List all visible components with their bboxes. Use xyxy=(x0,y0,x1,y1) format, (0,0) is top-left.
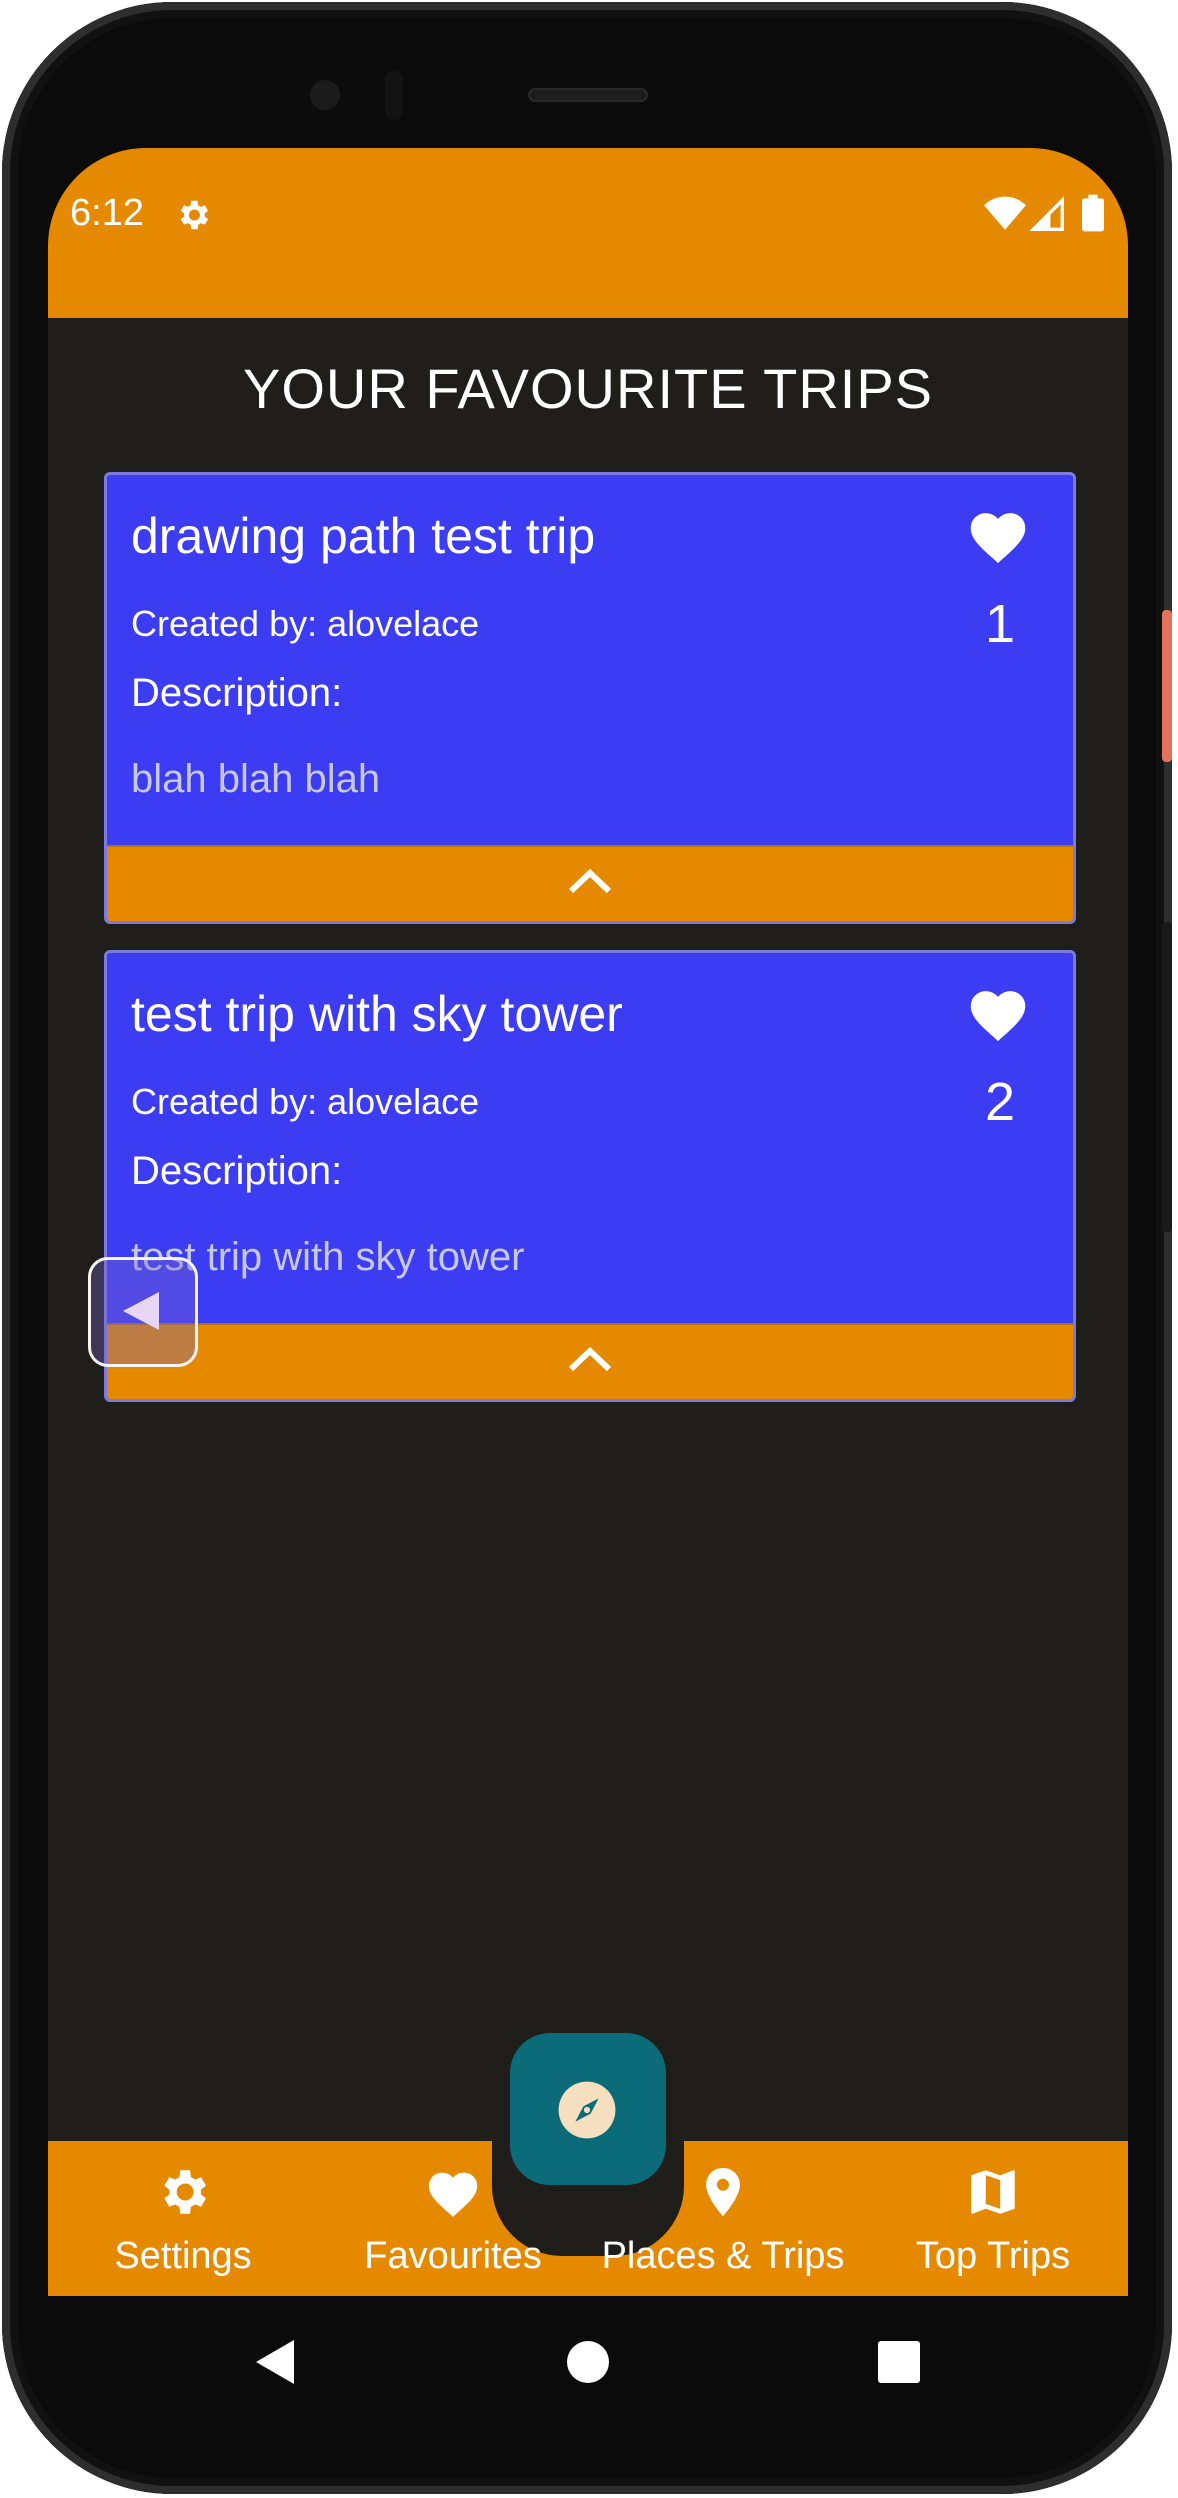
heart-icon[interactable] xyxy=(965,983,1031,1043)
volume-button xyxy=(1162,922,1172,1232)
description-label: Description: xyxy=(131,671,343,715)
nav-item-places-trips[interactable]: Places & Trips xyxy=(588,2141,858,2296)
floating-back-handle[interactable] xyxy=(88,1257,198,1367)
expand-toggle[interactable] xyxy=(107,845,1073,921)
heart-icon xyxy=(428,2172,478,2217)
trip-creator: Created by: alovelace xyxy=(131,603,480,644)
expand-toggle[interactable] xyxy=(107,1323,1073,1399)
app-screen: 6:12 YOUR FAVOURITE TRIPS drawing path t… xyxy=(48,148,1128,2436)
nav-item-top-trips[interactable]: Top Trips xyxy=(858,2141,1128,2296)
recents-button[interactable] xyxy=(878,2341,920,2383)
signal-icon xyxy=(1030,196,1064,231)
earpiece-speaker xyxy=(528,88,648,102)
trip-title: drawing path test trip xyxy=(131,508,596,564)
location-pin-icon xyxy=(706,2167,740,2217)
trip-creator: Created by: alovelace xyxy=(131,1081,480,1122)
system-navigation-bar xyxy=(48,2296,1128,2436)
gear-icon xyxy=(164,2170,206,2214)
nav-item-settings[interactable]: Settings xyxy=(48,2141,318,2296)
page-title: YOUR FAVOURITE TRIPS xyxy=(242,357,934,420)
compass-icon xyxy=(558,2081,616,2139)
status-time: 6:12 xyxy=(70,192,144,234)
chevron-up-icon xyxy=(568,1346,612,1372)
power-button xyxy=(1162,610,1172,762)
trip-card[interactable]: drawing path test trip 1 Created by: alo… xyxy=(104,472,1076,924)
favourite-count: 1 xyxy=(984,594,1016,654)
trip-title: test trip with sky tower xyxy=(131,986,623,1042)
nav-label: Settings xyxy=(114,2235,252,2277)
heart-icon[interactable] xyxy=(965,505,1031,565)
chevron-up-icon xyxy=(568,868,612,894)
nav-label: Favourites xyxy=(364,2235,542,2277)
settings-gear-icon xyxy=(180,200,209,230)
back-icon[interactable] xyxy=(254,2338,296,2386)
phone-frame: 6:12 YOUR FAVOURITE TRIPS drawing path t… xyxy=(2,2,1172,2494)
nav-label: Top Trips xyxy=(915,2235,1071,2277)
description-label: Description: xyxy=(131,1149,343,1193)
home-button[interactable] xyxy=(567,2341,609,2383)
battery-icon xyxy=(1082,194,1104,232)
triangle-left-icon xyxy=(123,1292,159,1330)
nav-item-favourites[interactable]: Favourites xyxy=(318,2141,588,2296)
map-icon xyxy=(971,2170,1015,2214)
favourite-count: 2 xyxy=(984,1072,1016,1132)
front-camera xyxy=(302,72,348,118)
status-bar: 6:12 xyxy=(48,148,1128,318)
wifi-icon xyxy=(984,196,1026,230)
trip-card[interactable]: test trip with sky tower 2 Created by: a… xyxy=(104,950,1076,1402)
nav-label: Places & Trips xyxy=(601,2235,845,2277)
proximity-sensor xyxy=(385,70,403,120)
trip-description: blah blah blah xyxy=(131,757,381,801)
